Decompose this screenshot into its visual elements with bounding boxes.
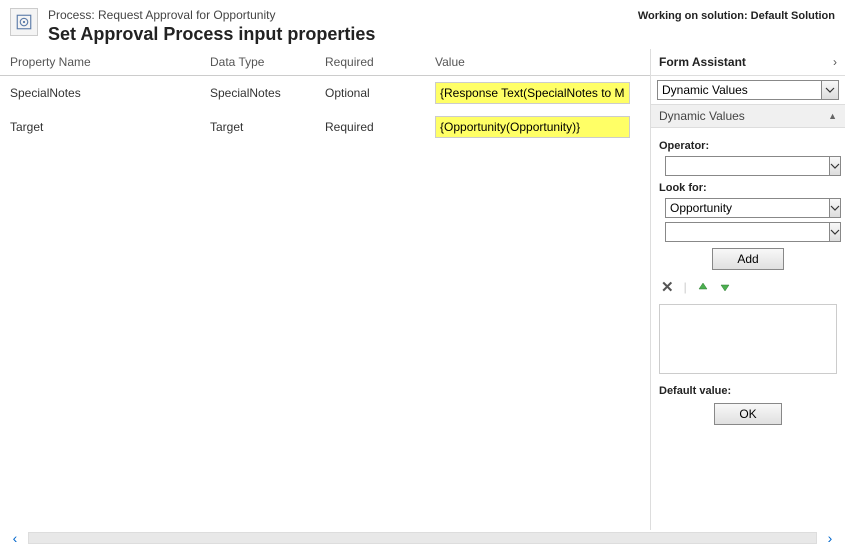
properties-table: Property Name Data Type Required Value S… [0,49,650,144]
delete-icon[interactable]: ✕ [661,278,674,296]
look-for-field-select[interactable] [665,222,830,242]
add-button[interactable]: Add [712,248,783,270]
value-input-specialnotes[interactable] [435,82,630,104]
collapse-icon[interactable]: ▲ [828,111,837,121]
col-property-name: Property Name [0,49,200,76]
move-up-icon[interactable] [697,281,709,293]
col-data-type: Data Type [200,49,315,76]
form-assistant-panel: Form Assistant › Dynamic Values ▲ Operat… [650,49,845,530]
table-row: Target Target Required [0,110,650,144]
scroll-track[interactable] [28,532,817,544]
prop-name-cell: Target [0,110,200,144]
prop-name-cell: SpecialNotes [0,76,200,111]
col-value: Value [425,49,650,76]
chevron-right-icon[interactable]: › [833,55,837,69]
horizontal-scrollbar[interactable]: ‹ › [6,529,839,547]
process-icon [10,8,38,36]
dropdown-toggle-button[interactable] [830,222,841,242]
page-title: Set Approval Process input properties [48,24,638,45]
prop-required-cell: Required [315,110,425,144]
prop-type-cell: SpecialNotes [200,76,315,111]
prop-type-cell: Target [200,110,315,144]
dynamic-values-select[interactable] [657,80,822,100]
operator-label: Operator: [659,140,837,152]
separator: | [684,280,687,294]
scroll-right-icon[interactable]: › [821,530,839,546]
operator-select[interactable] [665,156,830,176]
dropdown-toggle-button[interactable] [822,80,839,100]
move-down-icon[interactable] [719,281,731,293]
prop-required-cell: Optional [315,76,425,111]
form-assistant-title: Form Assistant [659,55,746,69]
default-value-label: Default value: [659,385,837,397]
working-solution: Working on solution: Default Solution [638,8,835,22]
dropdown-toggle-button[interactable] [830,198,841,218]
dynamic-values-section-title: Dynamic Values [659,109,745,123]
ok-button[interactable]: OK [714,403,781,425]
value-input-target[interactable] [435,116,630,138]
dropdown-toggle-button[interactable] [830,156,841,176]
process-name: Process: Request Approval for Opportunit… [48,8,638,22]
look-for-label: Look for: [659,182,837,194]
scroll-left-icon[interactable]: ‹ [6,530,24,546]
values-listbox[interactable] [659,304,837,374]
look-for-entity-select[interactable] [665,198,830,218]
table-row: SpecialNotes SpecialNotes Optional [0,76,650,111]
col-required: Required [315,49,425,76]
